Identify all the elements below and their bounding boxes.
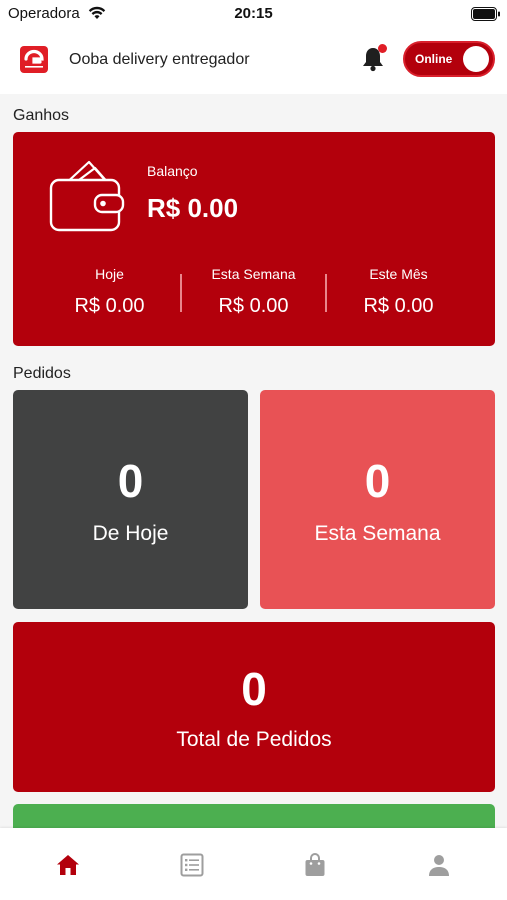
battery-icon	[471, 7, 500, 21]
wallet-icon	[49, 160, 125, 232]
stat-month: Este Mês R$ 0.00	[326, 266, 471, 318]
orders-total-label: Total de Pedidos	[176, 728, 332, 751]
home-icon[interactable]	[55, 852, 81, 878]
app-header: Ooba delivery entregador Online	[0, 28, 507, 94]
orders-week-card[interactable]: 0 Esta Semana	[260, 390, 495, 609]
orders-today-label: De Hoje	[92, 522, 169, 545]
bottom-nav	[0, 828, 507, 900]
orders-today-card[interactable]: 0 De Hoje	[13, 390, 248, 609]
list-icon[interactable]	[179, 852, 205, 878]
online-toggle[interactable]: Online	[403, 41, 495, 77]
orders-today-count: 0	[117, 455, 144, 507]
notification-dot	[378, 44, 387, 53]
app-logo	[20, 46, 48, 73]
orders-total-card[interactable]: 0 Total de Pedidos	[13, 622, 495, 792]
stat-label: Este Mês	[369, 266, 428, 282]
status-bar: Operadora 20:15	[0, 0, 507, 28]
balance-label: Balanço	[147, 163, 198, 179]
orders-total-count: 0	[241, 663, 267, 715]
orders-week-label: Esta Semana	[314, 522, 441, 545]
stat-label: Esta Semana	[211, 266, 296, 282]
bag-icon[interactable]	[302, 852, 328, 878]
stat-today: Hoje R$ 0.00	[37, 266, 182, 318]
stat-value: R$ 0.00	[363, 295, 434, 317]
app-title: Ooba delivery entregador	[69, 51, 250, 68]
orders-week-count: 0	[364, 455, 391, 507]
toggle-knob	[463, 46, 489, 72]
online-label: Online	[415, 52, 453, 66]
orders-section-title: Pedidos	[13, 365, 71, 382]
person-icon[interactable]	[426, 852, 452, 878]
stat-value: R$ 0.00	[74, 295, 145, 317]
stat-label: Hoje	[95, 266, 124, 282]
stat-value: R$ 0.00	[218, 295, 289, 317]
earnings-card: Balanço R$ 0.00 Hoje R$ 0.00 Esta Semana…	[13, 132, 495, 346]
balance-value: R$ 0.00	[147, 193, 239, 223]
earnings-section-title: Ganhos	[13, 107, 70, 124]
stat-week: Esta Semana R$ 0.00	[181, 266, 326, 318]
clock: 20:15	[234, 5, 273, 22]
